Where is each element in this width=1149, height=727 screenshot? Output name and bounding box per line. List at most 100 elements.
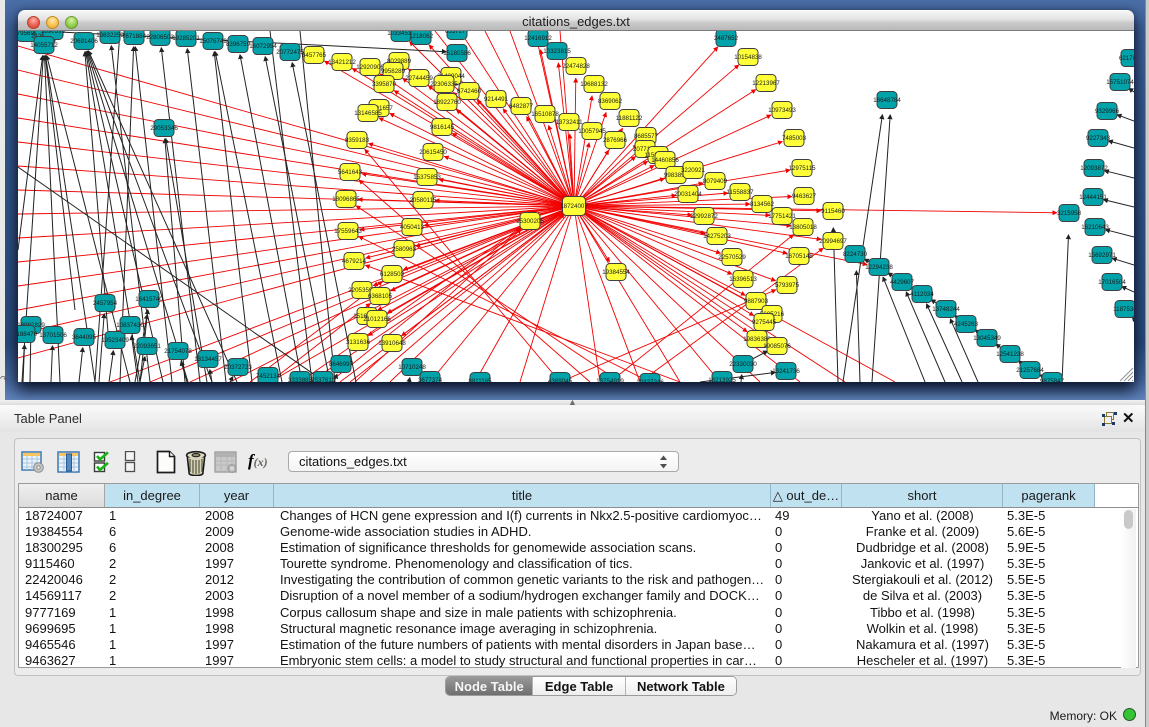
svg-text:6368105: 6368105 [368, 293, 393, 300]
svg-text:9463627: 9463627 [792, 193, 817, 200]
svg-text:2876966: 2876966 [603, 137, 628, 144]
svg-text:16415740: 16415740 [135, 296, 163, 303]
svg-text:4245263: 4245263 [954, 321, 979, 328]
svg-text:20615450: 20615450 [419, 149, 447, 156]
svg-text:5641643: 5641643 [338, 169, 363, 176]
svg-text:11881122: 11881122 [616, 115, 643, 122]
svg-text:19523409: 19523409 [101, 337, 129, 344]
svg-text:15076749: 15076749 [199, 38, 227, 45]
svg-text:20994697: 20994697 [819, 238, 847, 245]
svg-text:2580963: 2580963 [392, 246, 417, 253]
svg-text:8811165: 8811165 [468, 378, 492, 382]
svg-text:4050413: 4050413 [400, 224, 425, 231]
svg-text:22306335: 22306335 [430, 81, 458, 88]
svg-text:4112034: 4112034 [910, 291, 934, 298]
svg-text:7671884: 7671884 [122, 33, 147, 40]
svg-text:14460856: 14460856 [651, 157, 679, 164]
svg-text:10327246: 10327246 [636, 379, 664, 382]
svg-text:12975115: 12975115 [788, 165, 816, 172]
svg-text:12541238: 12541238 [996, 351, 1024, 358]
svg-text:5793975: 5793975 [775, 282, 800, 289]
svg-text:14055712: 14055712 [30, 42, 58, 49]
svg-text:16210643: 16210643 [1081, 224, 1109, 231]
svg-text:13241736: 13241736 [772, 368, 800, 375]
svg-text:22570529: 22570529 [718, 254, 746, 261]
svg-text:3215958: 3215958 [1057, 210, 1082, 217]
svg-text:6742460: 6742460 [457, 88, 482, 95]
svg-text:19688132: 19688132 [580, 81, 608, 88]
svg-text:16072954: 16072954 [249, 43, 277, 50]
svg-text:15692971: 15692971 [1088, 252, 1116, 259]
svg-text:8369062: 8369062 [598, 98, 623, 105]
svg-text:20772475: 20772475 [276, 49, 304, 56]
svg-text:16213925: 16213925 [708, 377, 736, 382]
svg-text:13045349: 13045349 [973, 335, 1001, 342]
svg-text:1890399: 1890399 [41, 31, 66, 35]
svg-text:8134562: 8134562 [750, 201, 775, 208]
svg-text:9275445: 9275445 [752, 319, 777, 326]
svg-text:16648784: 16648784 [873, 97, 901, 104]
svg-text:12444151: 12444151 [1079, 194, 1107, 201]
svg-text:9875847: 9875847 [1040, 378, 1065, 382]
svg-text:18724007: 18724007 [560, 203, 588, 210]
svg-text:20031404: 20031404 [674, 191, 702, 198]
svg-text:3644095: 3644095 [72, 334, 97, 341]
svg-text:4429607: 4429607 [890, 279, 915, 286]
svg-text:6457765: 6457765 [302, 52, 327, 59]
svg-text:18922760: 18922760 [433, 99, 461, 106]
svg-text:7452134: 7452134 [256, 373, 281, 380]
svg-text:9887903: 9887903 [744, 298, 769, 305]
svg-text:22744459: 22744459 [405, 75, 433, 82]
svg-text:3395870: 3395870 [372, 81, 397, 88]
svg-text:5188470: 5188470 [18, 331, 38, 338]
svg-text:16510878: 16510878 [531, 111, 559, 118]
svg-text:4389045: 4389045 [548, 378, 573, 382]
svg-text:22992872: 22992872 [690, 213, 718, 220]
svg-text:19384554: 19384554 [602, 269, 630, 276]
svg-text:15180586: 15180586 [443, 50, 471, 57]
svg-text:17016504: 17016504 [1098, 279, 1126, 286]
svg-text:10837430: 10837430 [116, 322, 144, 329]
svg-text:19285201: 19285201 [172, 35, 200, 42]
svg-text:2457954: 2457954 [93, 300, 118, 307]
svg-text:8224730: 8224730 [843, 251, 868, 258]
svg-text:9816145: 9816145 [430, 124, 455, 131]
svg-text:3333883: 3333883 [288, 377, 313, 382]
svg-text:8079409: 8079409 [703, 178, 728, 185]
svg-text:20580115: 20580115 [409, 197, 437, 204]
svg-text:13805018: 13805018 [789, 224, 817, 231]
svg-text:2487652: 2487652 [714, 35, 739, 42]
svg-text:13910648: 13910648 [378, 340, 406, 347]
svg-text:15375853: 15375853 [413, 174, 441, 181]
svg-text:22806503: 22806503 [146, 34, 174, 41]
svg-text:9214491: 9214491 [484, 96, 509, 103]
svg-text:12416912: 12416912 [524, 35, 552, 42]
svg-text:10057945: 10057945 [578, 128, 606, 135]
svg-text:6217026: 6217026 [1119, 55, 1134, 62]
svg-text:19832259: 19832259 [96, 32, 124, 39]
svg-text:4679214: 4679214 [342, 258, 367, 265]
svg-text:25300205: 25300205 [516, 218, 544, 225]
svg-text:9329966: 9329966 [1095, 108, 1120, 115]
svg-text:21754078: 21754078 [164, 348, 192, 355]
svg-text:8646997: 8646997 [329, 361, 354, 368]
svg-text:12213967: 12213967 [752, 80, 780, 87]
svg-text:12093872: 12093872 [1080, 165, 1108, 172]
svg-text:3131636: 3131636 [346, 339, 371, 346]
svg-text:6482877: 6482877 [509, 103, 534, 110]
svg-text:8396759: 8396759 [226, 41, 251, 48]
svg-text:19085076: 19085076 [763, 343, 791, 350]
svg-text:11558837: 11558837 [726, 189, 754, 196]
svg-text:13421212: 13421212 [328, 59, 356, 66]
svg-text:10973493: 10973493 [768, 107, 796, 114]
svg-text:16705148: 16705148 [785, 253, 813, 260]
svg-text:16396513: 16396513 [729, 276, 757, 283]
svg-text:22474828: 22474828 [562, 63, 590, 70]
svg-text:13146585: 13146585 [354, 110, 382, 117]
svg-text:12294238: 12294238 [865, 264, 893, 271]
svg-text:13134457: 13134457 [194, 356, 222, 363]
svg-text:3677374: 3677374 [418, 377, 443, 382]
svg-text:8685577: 8685577 [634, 133, 659, 140]
svg-text:13748244: 13748244 [932, 306, 960, 313]
svg-text:13732411: 13732411 [555, 119, 583, 126]
